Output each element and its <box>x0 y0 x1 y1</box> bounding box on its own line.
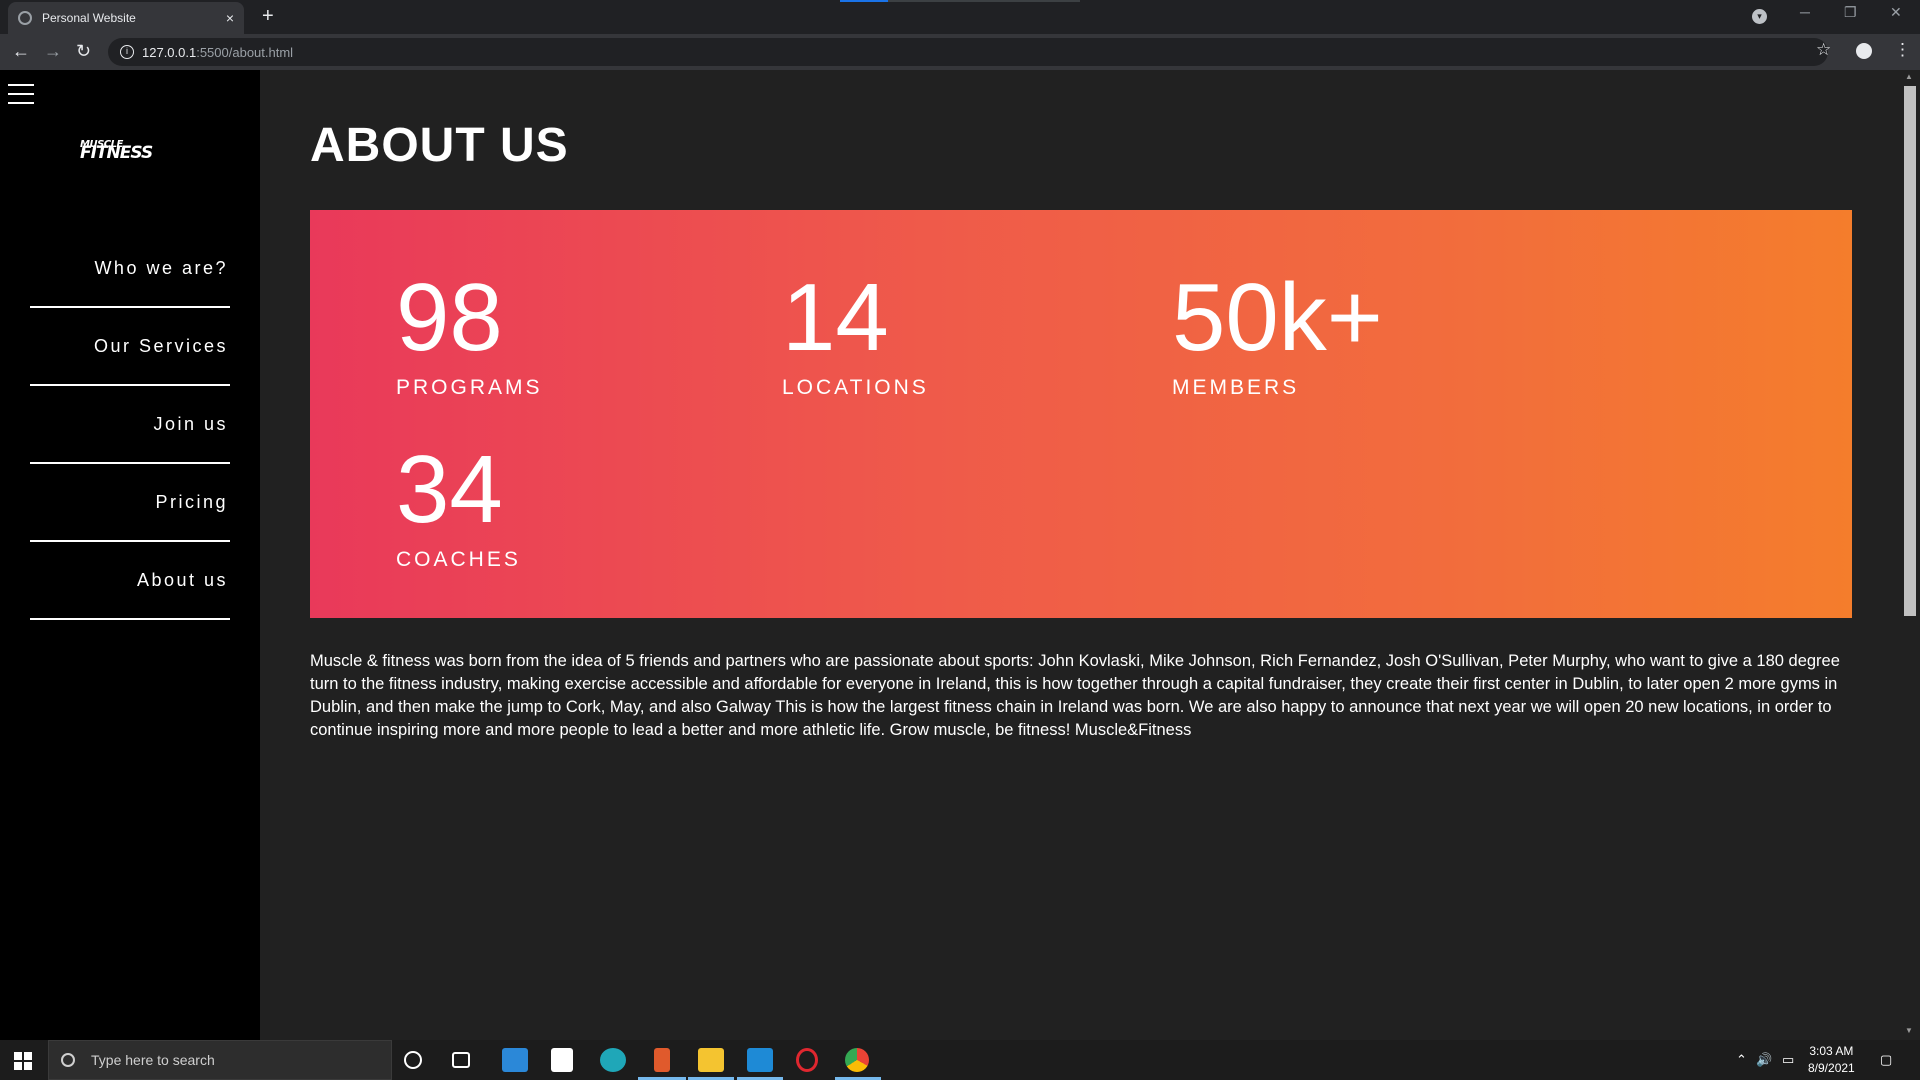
stat-label: PROGRAMS <box>396 376 543 399</box>
new-tab-button[interactable]: + <box>262 5 274 28</box>
browser-menu-icon[interactable]: ⋮ <box>1894 40 1911 60</box>
stats-banner: 98 PROGRAMS 14 LOCATIONS 50k+ MEMBERS 34… <box>310 210 1852 618</box>
snip-tool-icon[interactable] <box>654 1048 670 1072</box>
sidebar-item-about-us[interactable]: About us <box>30 542 230 620</box>
file-explorer-icon[interactable] <box>698 1048 724 1072</box>
hamburger-menu-icon[interactable] <box>8 84 34 104</box>
store-icon[interactable] <box>551 1048 573 1072</box>
mail-icon[interactable] <box>502 1048 528 1072</box>
chrome-icon[interactable] <box>845 1048 869 1072</box>
vscode-icon[interactable] <box>747 1048 773 1072</box>
taskbar-search-box[interactable]: Type here to search <box>48 1040 392 1080</box>
volume-icon[interactable]: 🔊 <box>1756 1052 1772 1068</box>
globe-icon <box>18 11 32 25</box>
url-path: :5500/about.html <box>196 44 294 60</box>
scrollbar-thumb[interactable] <box>1904 86 1916 616</box>
tab-close-icon[interactable]: × <box>226 10 234 26</box>
sidebar-item-who-we-are[interactable]: Who we are? <box>30 230 230 308</box>
page-viewport: MUSCLE FITNESS Who we are? Our Services … <box>0 70 1920 1040</box>
browser-toolbar: ← → ↻ i 127.0.0.1:5500/about.html ☆ ⋮ <box>0 34 1920 70</box>
windows-taskbar: Type here to search ⌃ 🔊 ▭ 3:03 AM 8/9/20… <box>0 1040 1920 1080</box>
scroll-down-arrow-icon[interactable]: ▼ <box>1905 1026 1913 1035</box>
scroll-up-arrow-icon[interactable]: ▲ <box>1905 72 1913 81</box>
info-icon[interactable]: i <box>120 45 134 59</box>
browser-tab-bar: Personal Website × + ▾ ─ ❐ ✕ <box>0 0 1920 34</box>
reload-icon[interactable]: ↻ <box>76 41 91 62</box>
close-window-icon[interactable]: ✕ <box>1890 4 1902 21</box>
task-view-icon[interactable] <box>452 1052 470 1068</box>
forward-arrow-icon[interactable]: → <box>44 41 62 62</box>
sidebar-item-pricing[interactable]: Pricing <box>30 464 230 542</box>
minimize-icon[interactable]: ─ <box>1800 4 1810 20</box>
profile-avatar-icon[interactable] <box>1856 43 1872 59</box>
tab-search-icon[interactable]: ▾ <box>1752 9 1767 24</box>
stat-value: 98 <box>396 264 503 371</box>
sidebar: MUSCLE FITNESS Who we are? Our Services … <box>0 70 260 1040</box>
stat-value: 14 <box>782 264 889 371</box>
browser-tab[interactable]: Personal Website × <box>8 2 244 34</box>
page-title: ABOUT US <box>310 119 569 172</box>
tabstrip-indicator <box>840 0 1080 2</box>
restore-icon[interactable]: ❐ <box>1844 4 1857 21</box>
search-icon <box>61 1053 75 1067</box>
stat-label: MEMBERS <box>1172 376 1300 399</box>
stat-members: 50k+ MEMBERS <box>1172 270 1383 400</box>
back-arrow-icon[interactable]: ← <box>12 41 30 62</box>
about-paragraph: Muscle & fitness was born from the idea … <box>310 652 1840 739</box>
stat-programs: 98 PROGRAMS <box>396 270 543 400</box>
stat-label: LOCATIONS <box>782 376 929 399</box>
stat-value: 34 <box>396 436 503 543</box>
clock-date: 8/9/2021 <box>1808 1061 1855 1075</box>
stat-coaches: 34 COACHES <box>396 442 521 572</box>
system-clock[interactable]: 3:03 AM 8/9/2021 <box>1808 1043 1855 1077</box>
stat-locations: 14 LOCATIONS <box>782 270 929 400</box>
stat-value: 50k+ <box>1172 264 1383 371</box>
url-host: 127.0.0.1 <box>142 44 197 60</box>
edge-icon[interactable] <box>600 1048 626 1072</box>
bookmark-star-icon[interactable]: ☆ <box>1816 40 1831 60</box>
page-scrollbar[interactable]: ▲ ▼ <box>1900 70 1920 1040</box>
clock-time: 3:03 AM <box>1809 1044 1854 1058</box>
sidebar-item-join-us[interactable]: Join us <box>30 386 230 464</box>
notifications-icon[interactable]: ▢ <box>1880 1052 1892 1068</box>
cortana-icon[interactable] <box>404 1051 422 1069</box>
windows-start-icon[interactable] <box>14 1052 32 1070</box>
tray-chevron-icon[interactable]: ⌃ <box>1736 1052 1747 1068</box>
sidebar-item-our-services[interactable]: Our Services <box>30 308 230 386</box>
stat-label: COACHES <box>396 548 521 571</box>
brand-logo[interactable]: MUSCLE FITNESS <box>80 140 180 163</box>
tab-title: Personal Website <box>42 11 136 25</box>
sidebar-nav: Who we are? Our Services Join us Pricing… <box>30 230 230 620</box>
network-icon[interactable]: ▭ <box>1782 1052 1794 1068</box>
logo-line-2: FITNESS <box>80 143 153 163</box>
search-placeholder: Type here to search <box>91 1052 215 1068</box>
opera-icon[interactable] <box>796 1048 818 1072</box>
address-bar[interactable]: i 127.0.0.1:5500/about.html <box>108 38 1828 66</box>
